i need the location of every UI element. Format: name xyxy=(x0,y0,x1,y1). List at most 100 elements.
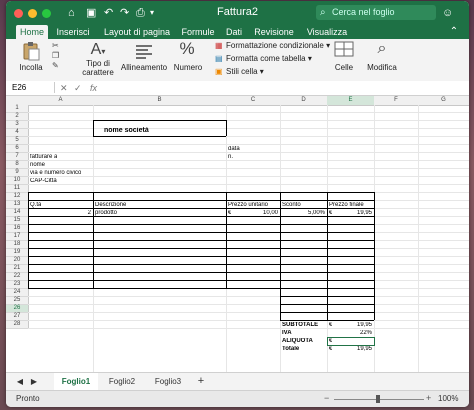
zoom-level[interactable]: 100% xyxy=(438,394,458,403)
row-header[interactable]: 24 xyxy=(6,289,29,297)
search-input[interactable]: ⌕ Cerca nel foglio xyxy=(316,5,436,20)
zoom-out-icon[interactable]: − xyxy=(324,393,329,403)
column-header-b[interactable]: B xyxy=(93,96,227,106)
row-header[interactable]: 3 xyxy=(6,121,29,129)
cut-icon[interactable]: ✂ xyxy=(52,41,59,50)
row-header[interactable]: 15 xyxy=(6,217,29,225)
zoom-in-icon[interactable]: + xyxy=(426,393,431,403)
edit-button[interactable]: Modifica xyxy=(362,63,402,72)
row-header[interactable]: 5 xyxy=(6,137,29,145)
name-cell[interactable]: nome xyxy=(30,162,45,168)
tab-data[interactable]: Dati xyxy=(222,25,246,39)
column-header-c[interactable]: C xyxy=(226,96,281,106)
formula-input[interactable] xyxy=(104,82,464,94)
row-header[interactable]: 26 xyxy=(6,305,29,313)
final-price-cell[interactable]: 19,95 xyxy=(329,210,372,216)
tab-home[interactable]: Home xyxy=(16,25,48,39)
alignment-button[interactable]: Allineamento xyxy=(118,63,170,72)
next-sheet-icon[interactable]: ▶ xyxy=(28,373,40,390)
alignment-icon[interactable] xyxy=(134,43,154,64)
row-header[interactable]: 28 xyxy=(6,321,29,329)
date-label-cell[interactable]: data xyxy=(228,146,240,152)
total-label-cell[interactable]: Totale xyxy=(282,346,299,352)
header-description-cell[interactable]: Descrizione xyxy=(95,202,126,208)
header-final-price-cell[interactable]: Prezzo finale xyxy=(329,202,364,208)
row-header[interactable]: 21 xyxy=(6,265,29,273)
column-header-g[interactable]: G xyxy=(418,96,469,106)
column-header-d[interactable]: D xyxy=(280,96,328,106)
aliquota-label-cell[interactable]: ALIQUOTA xyxy=(282,338,313,344)
fx-icon[interactable]: fx xyxy=(90,82,97,94)
spreadsheet-grid[interactable]: A B C D E F G 1 2 3 4 5 6 7 8 9 10 11 12 13 14 15 16 17 1… xyxy=(6,96,469,372)
company-name-cell[interactable]: nome società xyxy=(104,127,149,134)
row-header[interactable]: 20 xyxy=(6,257,29,265)
row-header[interactable]: 11 xyxy=(6,185,29,193)
header-qty-cell[interactable]: Q.tà xyxy=(30,202,41,208)
percent-icon[interactable]: % xyxy=(176,39,198,59)
row-header[interactable]: 1 xyxy=(6,105,29,113)
zoom-slider-thumb[interactable] xyxy=(376,395,380,403)
row-header[interactable]: 13 xyxy=(6,201,29,209)
header-discount-cell[interactable]: Sconto xyxy=(282,202,301,208)
row-header[interactable]: 23 xyxy=(6,281,29,289)
row-header[interactable]: 8 xyxy=(6,161,29,169)
row-header[interactable]: 10 xyxy=(6,177,29,185)
row-header[interactable]: 4 xyxy=(6,129,29,137)
prev-sheet-icon[interactable]: ◀ xyxy=(14,373,26,390)
copy-icon[interactable]: ❐ xyxy=(52,51,59,60)
cancel-icon[interactable]: ✕ xyxy=(60,82,68,94)
row-header[interactable]: 22 xyxy=(6,273,29,281)
account-icon[interactable]: ☺ xyxy=(442,6,453,20)
row-header[interactable]: 7 xyxy=(6,153,29,161)
add-sheet-icon[interactable]: + xyxy=(194,373,208,390)
tab-formulas[interactable]: Formule xyxy=(178,25,218,39)
column-header-a[interactable]: A xyxy=(28,96,94,106)
conditional-format-button[interactable]: Formattazione condizionale ▾ xyxy=(226,41,330,50)
unit-price-cell[interactable]: 10,00 xyxy=(228,210,278,216)
cell-styles-button[interactable]: Stili cella ▾ xyxy=(226,67,264,76)
street-cell[interactable]: via e numero civico xyxy=(30,170,81,176)
subtotal-label-cell[interactable]: SUBTOTALE xyxy=(282,322,318,328)
magnifier-icon[interactable]: ⌕ xyxy=(372,39,392,59)
iva-label-cell[interactable]: IVA xyxy=(282,330,292,336)
row-header[interactable]: 9 xyxy=(6,169,29,177)
row-header[interactable]: 19 xyxy=(6,249,29,257)
paste-button[interactable]: Incolla xyxy=(12,63,50,72)
format-table-button[interactable]: Formatta come tabella ▾ xyxy=(226,54,312,63)
row-header[interactable]: 2 xyxy=(6,113,29,121)
iva-cell[interactable]: 22% xyxy=(329,330,372,336)
bill-to-cell[interactable]: fatturare a xyxy=(30,154,57,160)
row-header[interactable]: 18 xyxy=(6,241,29,249)
cells-icon[interactable] xyxy=(334,41,354,62)
row-header[interactable]: 12 xyxy=(6,193,29,201)
row-header[interactable]: 17 xyxy=(6,233,29,241)
format-painter-icon[interactable]: ✎ xyxy=(52,61,59,70)
tab-view[interactable]: Visualizza xyxy=(302,25,352,39)
sheet-tab-foglio3[interactable]: Foglio3 xyxy=(146,373,190,390)
name-box[interactable]: E26 xyxy=(12,82,55,93)
column-header-e[interactable]: E xyxy=(327,96,375,106)
product-cell[interactable]: prodotto xyxy=(95,210,117,216)
tab-page-layout[interactable]: Layout di pagina xyxy=(98,25,176,39)
tab-insert[interactable]: Inserisci xyxy=(52,25,94,39)
header-unit-price-cell[interactable]: Prezzo unitario xyxy=(228,202,268,208)
quantity-cell[interactable]: 2 xyxy=(30,210,91,216)
row-header[interactable]: 14 xyxy=(6,209,29,217)
cap-city-cell[interactable]: CAP-Città xyxy=(30,178,57,184)
number-button[interactable]: Numero xyxy=(172,63,204,72)
paste-icon[interactable] xyxy=(20,41,42,61)
font-icon[interactable]: A▾ xyxy=(86,41,110,61)
confirm-icon[interactable]: ✓ xyxy=(74,82,82,94)
tab-review[interactable]: Revisione xyxy=(250,25,298,39)
row-header[interactable]: 25 xyxy=(6,297,29,305)
row-header[interactable]: 6 xyxy=(6,145,29,153)
column-header-f[interactable]: F xyxy=(374,96,419,106)
row-header[interactable]: 16 xyxy=(6,225,29,233)
sheet-tab-foglio2[interactable]: Foglio2 xyxy=(100,373,144,390)
font-type-button[interactable]: Tipo di carattere xyxy=(76,59,120,77)
selected-cell[interactable] xyxy=(327,337,375,346)
total-cell[interactable]: 19,95 xyxy=(329,346,372,352)
subtotal-cell[interactable]: 19,95 xyxy=(329,322,372,328)
row-header[interactable]: 27 xyxy=(6,313,29,321)
collapse-ribbon-icon[interactable]: ⌃ xyxy=(446,25,462,39)
